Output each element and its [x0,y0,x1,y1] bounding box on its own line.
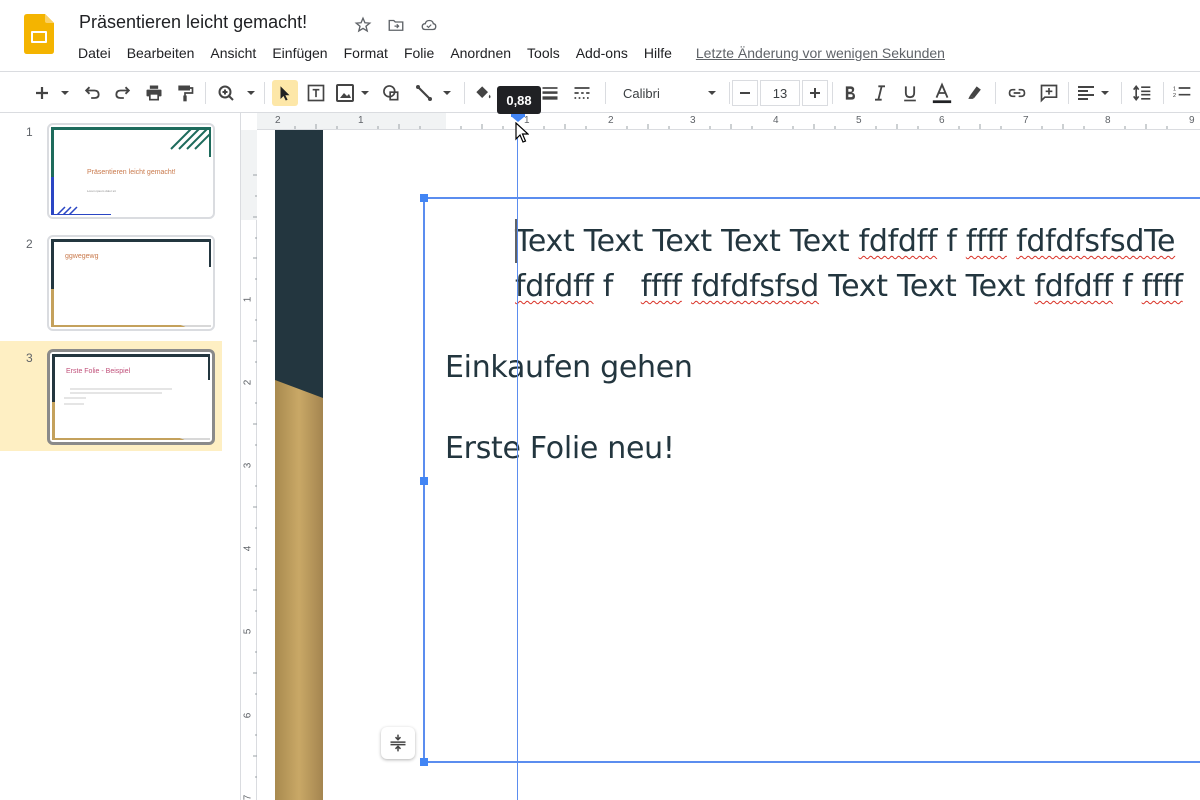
chevron-down-icon [708,91,716,95]
select-tool-icon[interactable] [272,80,298,106]
paragraph-einkaufen[interactable]: Einkaufen gehen [445,350,693,385]
slide-filmstrip: 1 Präsentieren leicht gemacht! Lorem ips… [0,113,241,800]
underline-icon[interactable] [898,80,922,106]
new-slide-button[interactable] [28,80,76,106]
insert-link-icon[interactable] [1004,80,1030,106]
indent-marker-icon[interactable] [510,114,526,122]
italic-icon[interactable] [868,80,892,106]
highlight-color-icon[interactable] [963,80,987,106]
last-edit-link[interactable]: Letzte Änderung vor wenigen Sekunden [696,43,945,63]
mouse-pointer-icon [515,122,529,143]
line-tool-icon[interactable] [411,80,457,106]
slide-thumbnail-3[interactable]: 3 Erste Folie - Beispiel [0,341,222,451]
paint-format-icon[interactable] [173,80,197,106]
decrease-font-size-button[interactable] [732,80,758,106]
font-family-value: Calibri [623,85,660,101]
menu-bar: Datei Bearbeiten Ansicht Einfügen Format… [70,43,945,63]
indent-tooltip: 0,88 [497,86,541,114]
slide-thumbnail-1[interactable]: 1 Präsentieren leicht gemacht! Lorem ips… [0,115,222,225]
slides-logo-icon[interactable] [24,14,54,54]
text-line-1[interactable]: Text Text Text Text Text fdfdff f ffff f… [515,224,1175,259]
text-box-icon[interactable] [304,80,328,106]
move-to-folder-icon[interactable] [385,14,407,36]
slide-subtitle: Lorem ipsum dolor sit [87,189,116,193]
autofit-icon [390,734,406,752]
resize-handle[interactable] [420,194,428,202]
slide-number: 2 [26,237,33,251]
resize-handle[interactable] [420,758,428,766]
horizontal-ruler[interactable]: 2 1 1 2 3 4 5 6 7 8 9 [257,113,1200,130]
border-dash-icon[interactable] [570,80,594,106]
menu-folie[interactable]: Folie [396,43,442,63]
increase-font-size-button[interactable] [802,80,828,106]
paragraph-erste-folie[interactable]: Erste Folie neu! [445,431,675,466]
numbered-list-icon[interactable]: 12 [1172,80,1200,106]
slide-title: Präsentieren leicht gemacht! [87,169,176,176]
add-comment-icon[interactable] [1037,80,1061,106]
slide-title: ggwegewg [65,253,99,260]
text-line-2[interactable]: fdfdff f ffff fdfdfsfsd Text Text Text f… [515,269,1183,304]
svg-text:2: 2 [1173,93,1176,99]
menu-format[interactable]: Format [336,43,396,63]
slide-thumbnail-2[interactable]: 2 ggwegewg [0,227,222,337]
print-icon[interactable] [142,80,166,106]
slide-decoration-gold [275,380,323,800]
cloud-status-icon[interactable] [418,14,440,36]
align-button[interactable] [1075,80,1115,106]
text-color-icon[interactable] [929,80,955,106]
svg-text:1: 1 [1173,87,1176,93]
menu-anordnen[interactable]: Anordnen [442,43,519,63]
menu-tools[interactable]: Tools [519,43,568,63]
redo-icon[interactable] [111,80,135,106]
menu-bearbeiten[interactable]: Bearbeiten [119,43,203,63]
line-spacing-icon[interactable] [1128,80,1156,106]
indent-guide-line [517,130,518,800]
slide-number: 3 [26,351,33,365]
shape-icon[interactable] [379,80,403,106]
zoom-button[interactable] [213,80,259,106]
font-family-select[interactable]: Calibri [615,80,723,106]
font-size-input[interactable]: 13 [760,80,800,106]
autofit-options-button[interactable] [381,727,415,759]
star-icon[interactable] [352,14,374,36]
slide-decoration-dark [275,130,323,400]
slide-preview: Präsentieren leicht gemacht! Lorem ipsum… [47,123,215,219]
insert-image-icon[interactable] [334,80,374,106]
slide-preview: Erste Folie - Beispiel [47,349,215,445]
slide-preview: ggwegewg [47,235,215,331]
document-title[interactable]: Präsentieren leicht gemacht! [79,12,307,33]
border-weight-icon[interactable] [538,80,562,106]
fill-color-icon[interactable] [471,80,495,106]
slide-editor-canvas[interactable]: Text Text Text Text Text fdfdff f ffff f… [257,130,1200,800]
vertical-ruler[interactable]: 1 2 3 4 5 6 7 [241,130,257,800]
menu-hilfe[interactable]: Hilfe [636,43,680,63]
resize-handle[interactable] [420,477,428,485]
undo-icon[interactable] [80,80,104,106]
bold-icon[interactable] [838,80,862,106]
menu-datei[interactable]: Datei [70,43,119,63]
slide-title: Erste Folie - Beispiel [66,368,131,375]
menu-addons[interactable]: Add-ons [568,43,636,63]
slide-number: 1 [26,125,33,139]
menu-ansicht[interactable]: Ansicht [202,43,264,63]
menu-einfuegen[interactable]: Einfügen [264,43,335,63]
